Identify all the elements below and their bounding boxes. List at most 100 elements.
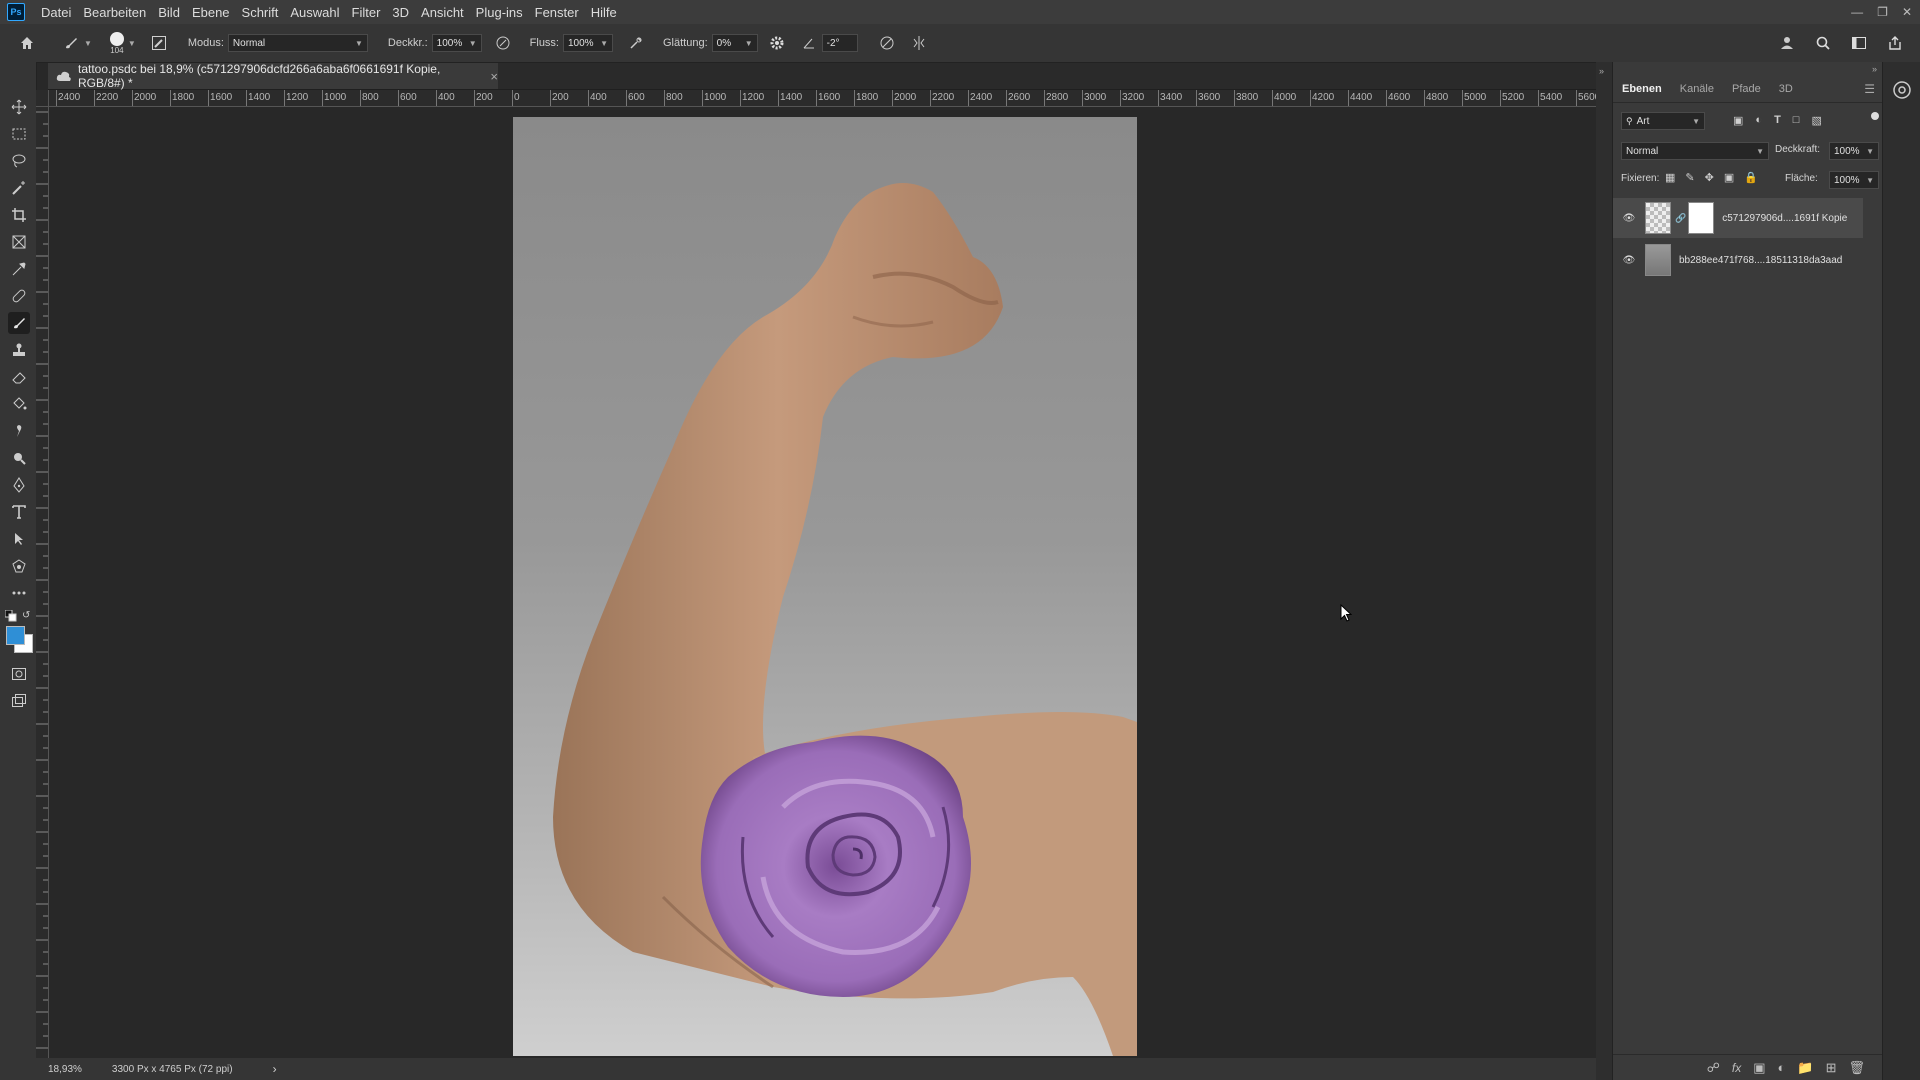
frame-icon[interactable]: [8, 231, 30, 253]
layer-mask-thumbnail[interactable]: [1688, 202, 1715, 234]
close-window-icon[interactable]: ✕: [1902, 5, 1912, 19]
blend-mode-select[interactable]: Normal ▼: [1621, 142, 1769, 160]
menu-auswahl[interactable]: Auswahl: [284, 5, 345, 20]
menu-ebene[interactable]: Ebene: [186, 5, 236, 20]
menu-schrift[interactable]: Schrift: [236, 5, 285, 20]
eye-icon[interactable]: 👁: [1619, 213, 1639, 224]
healing-icon[interactable]: [8, 285, 30, 307]
path-select-icon[interactable]: [8, 528, 30, 550]
swap-colors-icon[interactable]: ↺: [22, 610, 30, 621]
minimize-icon[interactable]: —: [1851, 5, 1863, 19]
screen-mode-icon[interactable]: [8, 690, 30, 712]
stamp-icon[interactable]: [8, 339, 30, 361]
tab-kanaele[interactable]: Kanäle: [1671, 83, 1723, 95]
brush-chevron-icon[interactable]: ▼: [128, 39, 136, 48]
tool-preset-chevron-icon[interactable]: ▼: [84, 39, 92, 48]
panel-menu-icon[interactable]: ☰: [1864, 82, 1875, 96]
lasso-icon[interactable]: [8, 150, 30, 172]
learn-icon[interactable]: [1892, 80, 1912, 100]
filter-toggle[interactable]: [1871, 112, 1879, 120]
share-icon[interactable]: [1884, 31, 1906, 55]
restore-icon[interactable]: ❐: [1877, 5, 1888, 19]
eye-icon[interactable]: 👁: [1619, 255, 1639, 266]
type-icon[interactable]: [8, 501, 30, 523]
lock-artboard-icon[interactable]: ▣: [1724, 171, 1734, 184]
collapse-icon[interactable]: »: [1599, 66, 1604, 76]
status-arrow-icon[interactable]: ›: [273, 1062, 277, 1076]
brush-icon[interactable]: [60, 31, 82, 55]
panel-collapse-strip[interactable]: »: [1596, 62, 1612, 1080]
menu-datei[interactable]: Datei: [35, 5, 77, 20]
menu-fenster[interactable]: Fenster: [529, 5, 585, 20]
link-layers-icon[interactable]: ☍: [1707, 1060, 1720, 1076]
menu-filter[interactable]: Filter: [346, 5, 387, 20]
menu-plugins[interactable]: Plug-ins: [470, 5, 529, 20]
foreground-color-swatch[interactable]: [6, 626, 25, 645]
layer-row-copy[interactable]: 👁 🔗 c571297906d....1691f Kopie: [1613, 198, 1863, 238]
bucket-icon[interactable]: [8, 393, 30, 415]
document-canvas[interactable]: [513, 117, 1137, 1056]
angle-input[interactable]: -2°: [821, 34, 858, 52]
filter-smart-icon[interactable]: ▧: [1811, 114, 1821, 127]
brush-settings-icon[interactable]: [148, 31, 170, 55]
cloud-user-icon[interactable]: [1776, 31, 1798, 55]
zoom-level[interactable]: 18,93%: [48, 1064, 82, 1075]
filter-adjustment-icon[interactable]: ◐: [1755, 114, 1762, 127]
lock-paint-icon[interactable]: ✎: [1685, 171, 1694, 184]
new-layer-icon[interactable]: ⊞: [1826, 1060, 1837, 1076]
lock-icon[interactable]: 🔒: [1744, 171, 1758, 184]
menu-3d[interactable]: 3D: [386, 5, 415, 20]
magic-wand-icon[interactable]: [8, 177, 30, 199]
more-icon[interactable]: [8, 582, 30, 604]
trash-icon[interactable]: 🗑: [1848, 1060, 1865, 1076]
add-mask-icon[interactable]: ▣: [1753, 1060, 1765, 1076]
crop-icon[interactable]: [8, 204, 30, 226]
shape-icon[interactable]: [8, 555, 30, 577]
symmetry-icon[interactable]: [908, 31, 930, 55]
move-icon[interactable]: [8, 96, 30, 118]
filter-shape-icon[interactable]: □: [1793, 114, 1800, 127]
lock-move-icon[interactable]: ✥: [1705, 171, 1714, 184]
brush-preset-picker[interactable]: 104: [109, 31, 124, 55]
lock-transparent-icon[interactable]: ▦: [1665, 171, 1675, 184]
airbrush-icon[interactable]: [625, 31, 647, 55]
mode-select[interactable]: Normal ▼: [227, 34, 368, 52]
eyedropper-icon[interactable]: [8, 258, 30, 280]
smudge-icon[interactable]: [8, 420, 30, 442]
marquee-icon[interactable]: [8, 123, 30, 145]
dodge-icon[interactable]: [8, 447, 30, 469]
quick-mask-icon[interactable]: [8, 663, 30, 685]
gear-icon[interactable]: [766, 31, 788, 55]
menu-bild[interactable]: Bild: [152, 5, 186, 20]
smoothing-input[interactable]: 0% ▼: [711, 34, 758, 52]
pressure-opacity-icon[interactable]: [492, 31, 514, 55]
pressure-size-icon[interactable]: [876, 31, 898, 55]
adjustment-layer-icon[interactable]: ◐: [1778, 1060, 1786, 1075]
menu-bearbeiten[interactable]: Bearbeiten: [77, 5, 152, 20]
home-icon[interactable]: [16, 31, 38, 55]
fill-input[interactable]: 100% ▼: [1829, 171, 1879, 189]
opacity-input[interactable]: 100% ▼: [431, 34, 482, 52]
layer-row-base[interactable]: 👁 bb288ee471f768....18511318da3aad: [1613, 240, 1863, 280]
search-icon[interactable]: [1812, 31, 1834, 55]
expand-panel-icon[interactable]: »: [1872, 64, 1877, 74]
default-colors-icon[interactable]: [5, 610, 17, 622]
close-tab-icon[interactable]: ×: [490, 69, 498, 84]
eraser-icon[interactable]: [8, 366, 30, 388]
link-icon[interactable]: 🔗: [1675, 213, 1686, 224]
ruler-origin[interactable]: [36, 90, 49, 107]
group-icon[interactable]: 📁: [1797, 1060, 1813, 1076]
workspace-icon[interactable]: [1848, 31, 1870, 55]
filter-type-icon[interactable]: T: [1774, 114, 1781, 127]
filter-pixel-icon[interactable]: ▣: [1733, 114, 1743, 127]
tab-pfade[interactable]: Pfade: [1723, 83, 1770, 95]
layer-filter-select[interactable]: ⚲ Art ▼: [1621, 112, 1705, 130]
brush-tool-icon[interactable]: [8, 312, 30, 334]
tab-3d[interactable]: 3D: [1770, 83, 1802, 95]
flow-input[interactable]: 100% ▼: [563, 34, 613, 52]
layer-opacity-input[interactable]: 100% ▼: [1829, 142, 1879, 160]
fx-icon[interactable]: fx: [1732, 1061, 1741, 1075]
menu-hilfe[interactable]: Hilfe: [585, 5, 623, 20]
pen-icon[interactable]: [8, 474, 30, 496]
menu-ansicht[interactable]: Ansicht: [415, 5, 470, 20]
